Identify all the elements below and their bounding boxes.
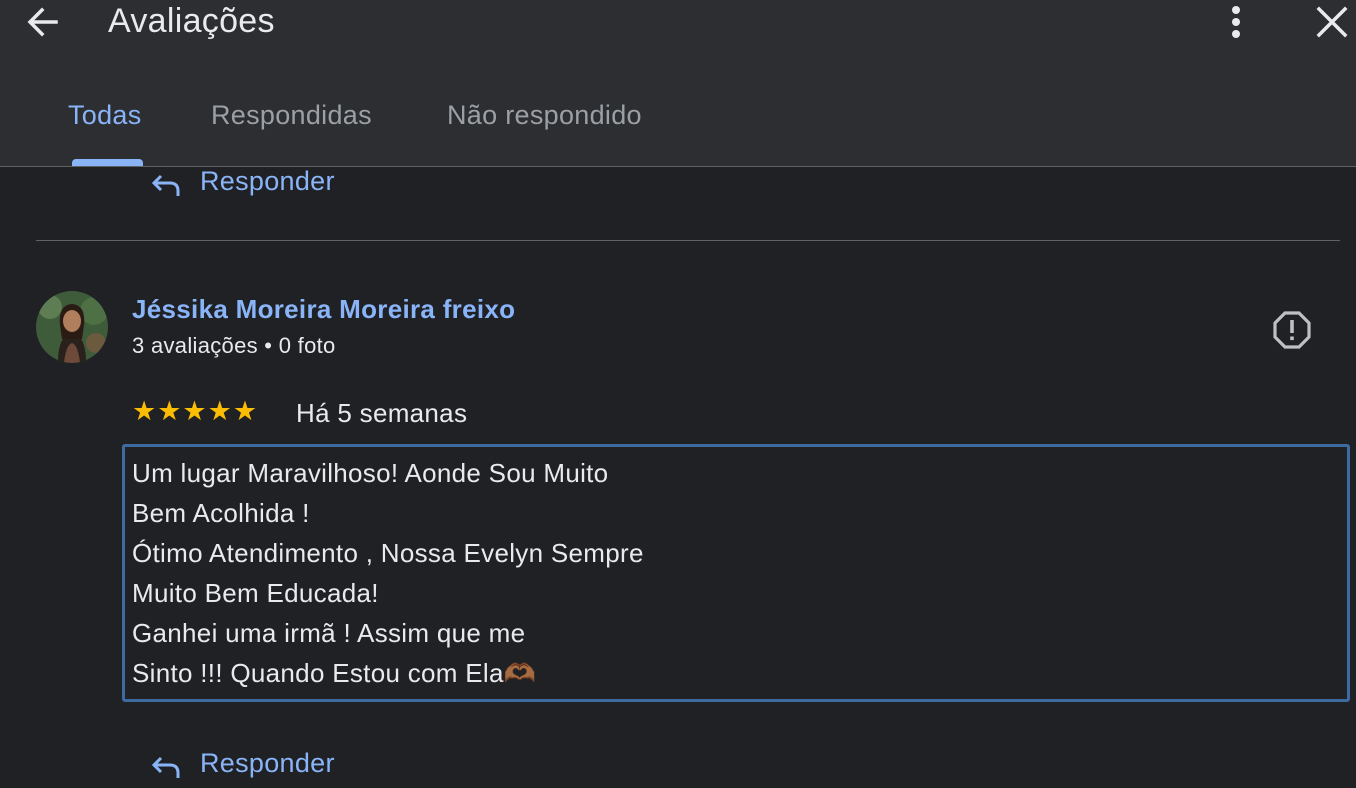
review-text-line: Muito Bem Educada! [132,578,379,608]
avatar[interactable] [36,291,108,363]
more-options-button[interactable] [1218,0,1254,44]
close-button[interactable] [1310,0,1354,44]
active-tab-indicator [72,159,143,166]
tab-todas[interactable]: Todas [68,100,142,131]
reply-label: Responder [200,166,335,196]
reply-label: Responder [200,748,335,778]
more-vert-icon [1232,6,1240,38]
back-button[interactable] [22,0,68,46]
close-icon [1316,6,1348,38]
review-text-line: Bem Acolhida ! [132,498,310,528]
star-rating: ★★★★★ [132,396,259,426]
review-divider [36,240,1340,241]
tab-nao-respondido[interactable]: Não respondido [447,100,642,131]
review-text-line: Ganhei uma irmã ! Assim que me [132,618,526,648]
page-title: Avaliações [108,2,275,40]
reply-icon [151,174,180,196]
report-icon [1273,311,1311,349]
review-text-line: Um lugar Maravilhoso! Aonde Sou Muito [132,458,609,488]
arrow-left-icon [27,7,58,37]
report-review-button[interactable] [1270,308,1314,352]
reviewer-name[interactable]: Jéssika Moreira Moreira freixo [132,294,515,325]
review-date: Há 5 semanas [296,398,468,428]
reply-icon [151,756,180,778]
avatar-image [36,291,108,363]
reviewer-meta: 3 avaliações • 0 foto [132,333,336,358]
review-text-line: Ótimo Atendimento , Nossa Evelyn Sempre [132,538,644,568]
app-header: Avaliações Todas Respondidas Não respond… [0,0,1356,167]
review-text-line: Sinto !!! Quando Estou com Ela🫶🏾 [132,658,537,688]
tab-respondidas[interactable]: Respondidas [211,100,372,131]
